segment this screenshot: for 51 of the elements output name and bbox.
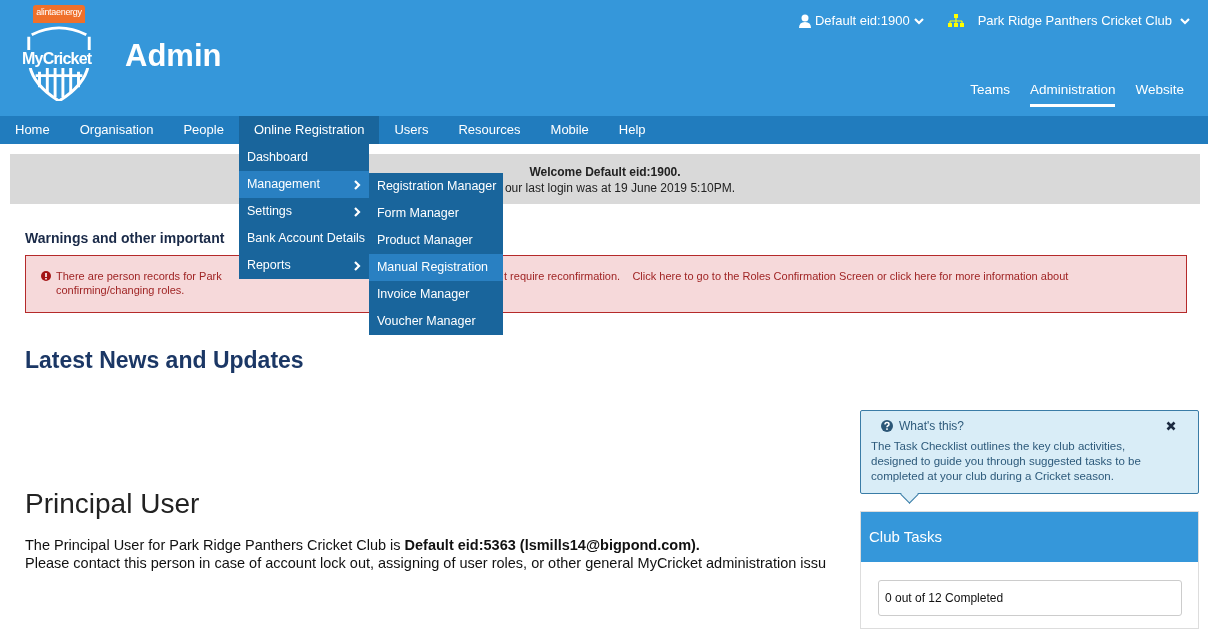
page-title: Admin [125,38,222,75]
header-tab[interactable]: Administration [1029,82,1116,107]
nav-item[interactable]: Help [603,116,661,144]
nav-item[interactable]: Mobile [535,116,604,144]
alert-text: confirming/changing roles. [56,284,185,296]
menu-item[interactable]: Product Manager [368,227,503,254]
user-icon [798,13,811,28]
section-heading: Warnings and other important [25,230,225,246]
sponsor-logo: alintaenergy [33,5,85,23]
chevron-right-icon [352,206,361,217]
logo-text: MyCricket [22,50,92,68]
paragraph: The Principal User for Park Ridge Panthers Cricket Club is Default eid:5363 (lsmills14@bigpond.com). [25,537,701,553]
panel-title: Club Tasks [861,512,1198,562]
menu-item[interactable]: Form Manager [368,200,503,227]
user-menu[interactable]: Default eid:1900 [798,13,924,28]
section-heading: Latest News and Updates [25,347,305,374]
menu-item[interactable]: Registration Manager [368,173,503,200]
nav-item[interactable]: Online Registration [238,116,380,144]
nav-item[interactable]: Users [379,116,444,144]
nav-item[interactable]: People [168,116,239,144]
tooltip-text: The Task Checklist outlines the key club activities, designed to guide you through suggested tasks to be completed at your club during a Cricket season. [871,439,1142,484]
header-tab[interactable]: Teams [970,82,1010,107]
alert-text: t require reconfirmation. Click here to go to the Roles Confirmation Screen or click here for more information about [504,270,1069,282]
close-icon [1166,421,1176,431]
section-heading: Principal User [25,488,200,520]
menu-item[interactable]: Bank Account Details [238,225,369,252]
alert-text: There are person records for Park [56,270,223,282]
menu-item[interactable]: Management [238,171,369,198]
menu-item[interactable]: Invoice Manager [368,281,503,308]
paragraph: Please contact this person in case of account lock out, assigning of user roles, or other general MyCricket administration issu [25,555,828,571]
menu-item[interactable]: Voucher Manager [368,308,503,335]
menu-item[interactable]: Manual Registration [368,254,503,281]
question-icon [881,420,893,432]
chevron-down-icon [913,16,924,25]
welcome-text: Welcome Default eid:1900. [529,165,681,179]
header-tab[interactable]: Website [1135,82,1184,107]
menu-item[interactable]: Dashboard [238,144,369,171]
menu-item[interactable]: Reports [238,252,369,279]
exclamation-icon [41,271,51,281]
nav-item[interactable]: Resources [443,116,536,144]
menu-item[interactable]: Settings [238,198,369,225]
close-button[interactable] [1166,421,1176,431]
nav-item[interactable]: Home [0,116,65,144]
chevron-right-icon [352,260,361,271]
chevron-right-icon [352,179,361,190]
progress-text: 0 out of 12 Completed [878,580,1182,616]
nav-item[interactable]: Organisation [64,116,169,144]
tooltip-title: What's this? [899,419,964,433]
org-chart-icon [947,13,964,28]
club-menu[interactable]: Park Ridge Panthers Cricket Club [947,13,1190,28]
chevron-down-icon [1180,16,1190,25]
